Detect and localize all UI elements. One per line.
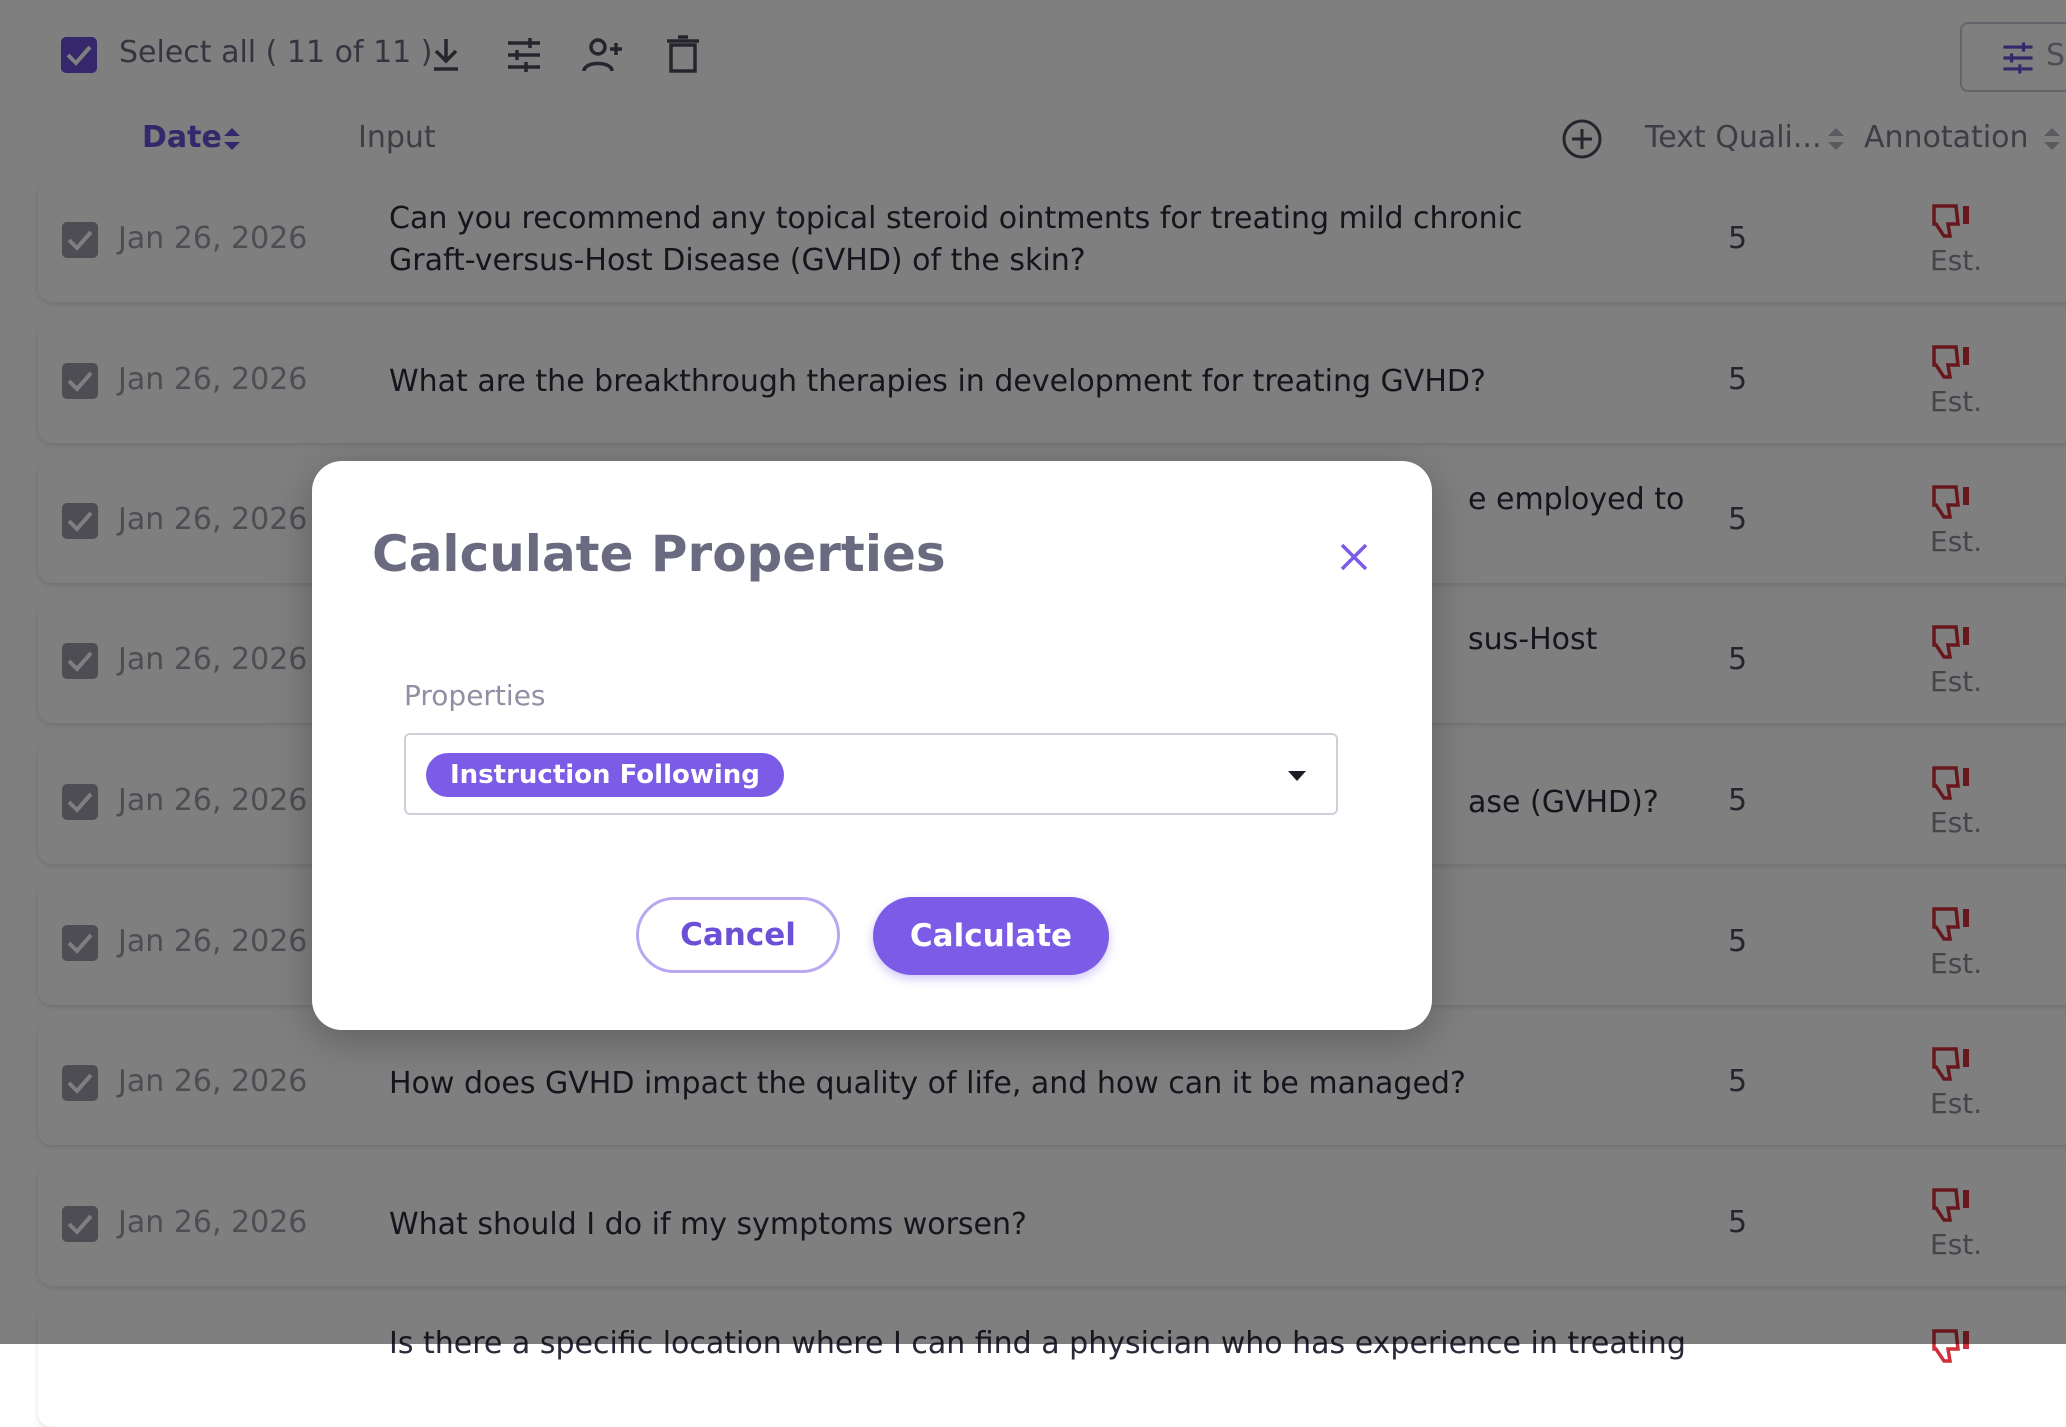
properties-field-label: Properties <box>404 679 546 712</box>
calculate-button[interactable]: Calculate <box>873 897 1109 975</box>
cancel-button[interactable]: Cancel <box>636 897 840 973</box>
calculate-properties-dialog: Calculate Properties Properties Instruct… <box>312 461 1432 1030</box>
properties-select[interactable]: Instruction Following <box>404 733 1338 815</box>
page: Select all ( 11 of 11 ) S Date <box>0 0 2066 1427</box>
chevron-down-icon[interactable] <box>1286 769 1308 783</box>
selected-property-chip[interactable]: Instruction Following <box>426 753 784 797</box>
dialog-title: Calculate Properties <box>372 525 946 583</box>
close-icon[interactable] <box>1334 537 1374 577</box>
